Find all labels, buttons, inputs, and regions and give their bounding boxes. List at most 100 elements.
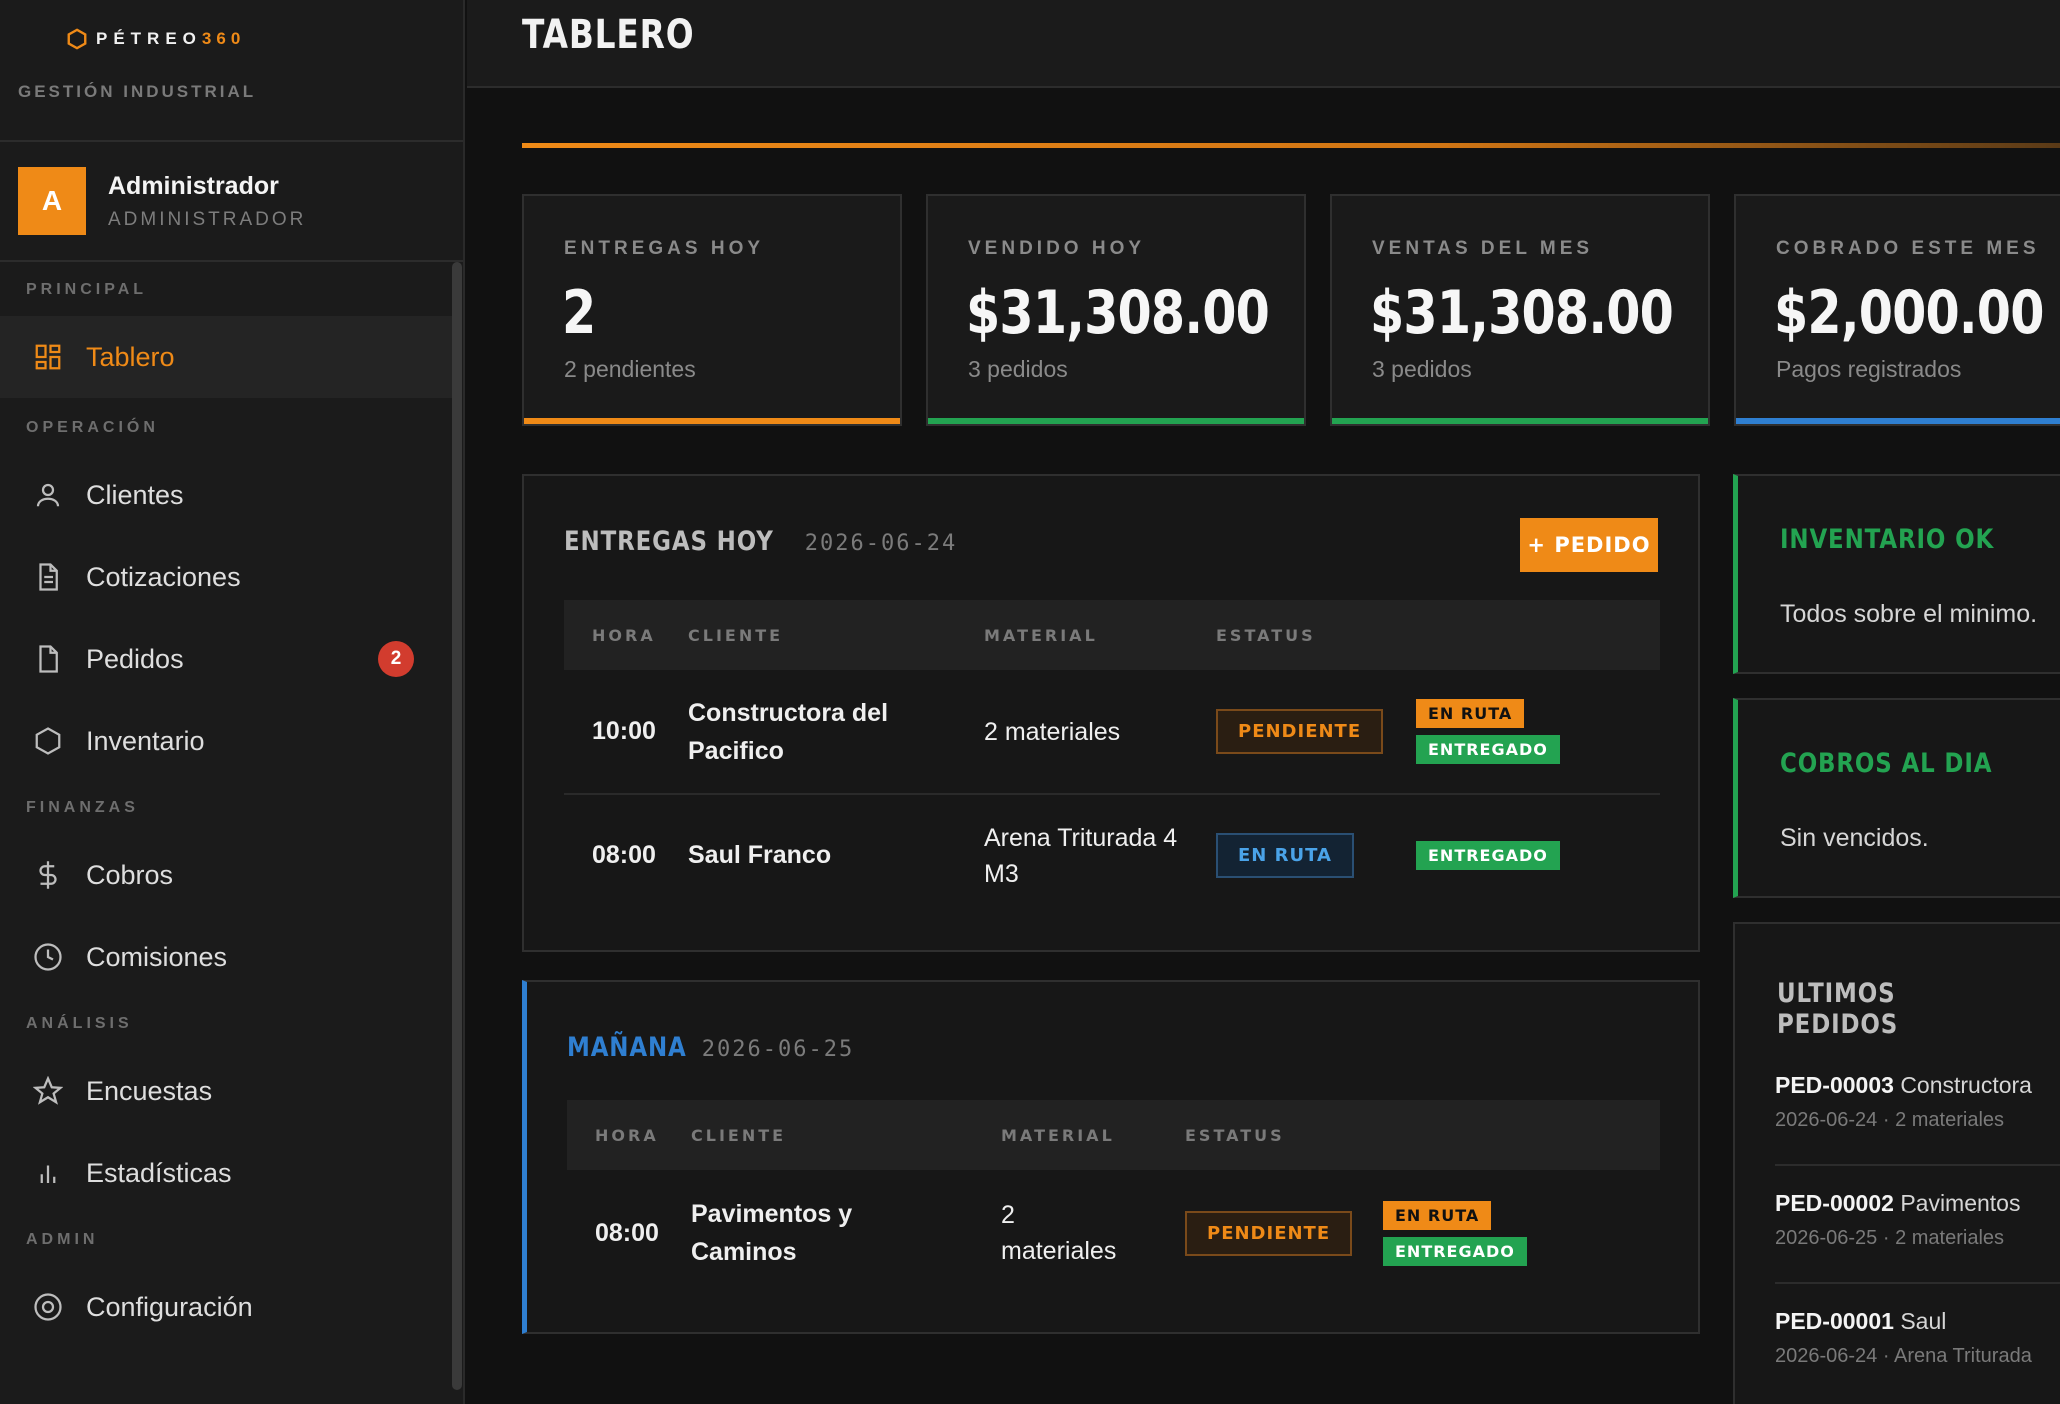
table-row[interactable]: 10:00 Constructora del Pacifico 2 materi… (564, 670, 1660, 795)
card-text: Todos sobre el minimo. (1780, 600, 2038, 628)
cell-hora: 08:00 (595, 1218, 659, 1247)
table-header-row: HORA CLIENTE MATERIAL ESTATUS (567, 1100, 1660, 1170)
star-icon (32, 1075, 64, 1107)
stat-accent-bar (1332, 418, 1708, 424)
stat-subtext: Pagos registrados (1776, 356, 1962, 382)
user-icon (32, 479, 64, 511)
cell-cliente: Constructora del Pacifico (688, 670, 984, 795)
table-header-row: HORA CLIENTE MATERIAL ESTATUS (564, 600, 1660, 670)
sidebar-item-encuestas[interactable]: Encuestas (0, 1050, 452, 1132)
inventario-ok-card: INVENTARIO OK Todos sobre el minimo. (1733, 474, 2060, 674)
add-pedido-button[interactable]: + PEDIDO (1520, 518, 1658, 572)
nav-section-analisis: ANÁLISIS (26, 1015, 133, 1032)
order-client: Pavimentos (1900, 1190, 2021, 1216)
table-row[interactable]: 08:00 Pavimentos y Caminos 2 materiales … (567, 1170, 1660, 1296)
brand-number: 360 (201, 29, 246, 48)
stat-value: $31,308.00 (966, 278, 1270, 348)
cell-estatus: PENDIENTE (1216, 670, 1416, 795)
column-header-actions (1416, 600, 1660, 670)
sidebar-item-label: Pedidos (86, 643, 184, 674)
user-profile[interactable]: A Administrador ADMINISTRADOR (0, 142, 463, 262)
column-header-estatus: ESTATUS (1185, 1100, 1383, 1170)
cell-actions: EN RUTA ENTREGADO (1416, 670, 1660, 795)
order-item[interactable]: PED-00003 Constructora 2026-06-24 · 2 ma… (1775, 1072, 2060, 1132)
column-header-material: MATERIAL (984, 600, 1216, 670)
sidebar-item-label: Configuración (86, 1291, 253, 1322)
order-summary: PED-00002 Pavimentos (1775, 1190, 2060, 1217)
sidebar-item-configuracion[interactable]: Configuración (0, 1266, 452, 1348)
brand: PÉTREO 360 GESTIÓN INDUSTRIAL (0, 0, 463, 142)
cell-estatus: PENDIENTE (1185, 1170, 1383, 1296)
stat-card-cobrado-mes: COBRADO ESTE MES $2,000.00 Pagos registr… (1734, 194, 2060, 426)
cell-actions: ENTREGADO (1416, 794, 1660, 916)
ultimos-pedidos-card: ULTIMOS PEDIDOS PED-00003 Constructora 2… (1733, 922, 2060, 1404)
stat-card-entregas-hoy: ENTREGAS HOY 2 2 pendientes (522, 194, 902, 426)
clock-icon (32, 941, 64, 973)
set-entregado-button[interactable]: ENTREGADO (1383, 1236, 1527, 1266)
sidebar-item-label: Inventario (86, 725, 205, 756)
stat-value: $2,000.00 (1774, 278, 2044, 348)
panel-entregas-hoy: ENTREGAS HOY 2026-06-24 + PEDIDO HORA CL… (522, 474, 1700, 952)
sidebar-item-clientes[interactable]: Clientes (0, 454, 452, 536)
cell-cliente: Pavimentos y Caminos (691, 1200, 853, 1266)
order-item[interactable]: PED-00001 Saul 2026-06-24 · Arena Tritur… (1775, 1308, 2060, 1368)
column-header-cliente: CLIENTE (691, 1100, 1001, 1170)
status-badge-pendiente: PENDIENTE (1216, 709, 1384, 754)
cell-material: 2 materiales (984, 670, 1216, 795)
dollar-icon (32, 859, 64, 891)
panel-date: 2026-06-24 (804, 531, 958, 556)
stat-label: VENTAS DEL MES (1372, 238, 1594, 259)
column-header-material: MATERIAL (1001, 1100, 1185, 1170)
column-header-cliente: CLIENTE (688, 600, 984, 670)
stat-accent-bar (524, 418, 900, 424)
stat-value: 2 (562, 278, 596, 348)
manana-table: HORA CLIENTE MATERIAL ESTATUS 08:00 Pavi… (567, 1100, 1660, 1296)
set-entregado-button[interactable]: ENTREGADO (1416, 735, 1560, 764)
sidebar-item-cotizaciones[interactable]: Cotizaciones (0, 536, 452, 618)
stat-label: ENTREGAS HOY (564, 238, 765, 259)
sidebar-item-comisiones[interactable]: Comisiones (0, 916, 452, 998)
dashboard-grid-icon (32, 341, 64, 373)
topbar: TABLERO (467, 0, 2060, 88)
order-item[interactable]: PED-00002 Pavimentos 2026-06-25 · 2 mate… (1775, 1190, 2060, 1250)
sidebar-item-pedidos[interactable]: Pedidos 2 (0, 618, 452, 700)
column-header-estatus: ESTATUS (1216, 600, 1416, 670)
user-info: Administrador ADMINISTRADOR (108, 172, 306, 231)
sidebar-item-label: Estadísticas (86, 1157, 232, 1188)
order-client: Saul (1900, 1308, 1947, 1334)
nav-section-finanzas: FINANZAS (26, 799, 139, 816)
set-en-ruta-button[interactable]: EN RUTA (1383, 1200, 1492, 1230)
set-en-ruta-button[interactable]: EN RUTA (1416, 699, 1525, 728)
settings-icon (32, 1291, 64, 1323)
panel-title: ENTREGAS HOY (564, 526, 774, 557)
hexagon-logo-icon (67, 28, 87, 50)
set-entregado-button[interactable]: ENTREGADO (1416, 841, 1560, 870)
document-text-icon (32, 561, 64, 593)
sidebar-item-label: Cobros (86, 859, 174, 890)
cell-material: 2 materiales (1001, 1201, 1117, 1265)
status-badge-en-ruta: EN RUTA (1216, 833, 1354, 878)
order-id: PED-00002 (1775, 1190, 1894, 1216)
stat-subtext: 2 pendientes (564, 356, 696, 382)
sidebar-item-tablero[interactable]: Tablero (0, 316, 452, 398)
brand-name: PÉTREO (96, 29, 202, 48)
order-meta: 2026-06-25 · 2 materiales (1775, 1227, 2005, 1249)
order-client: Constructora (1900, 1072, 2032, 1098)
brand-logo[interactable]: PÉTREO 360 (66, 28, 463, 50)
sidebar-item-label: Encuestas (86, 1075, 213, 1106)
cell-material: Arena Triturada 4 M3 (984, 823, 1178, 888)
user-role: ADMINISTRADOR (108, 208, 307, 230)
hexagon-icon (32, 725, 64, 757)
sidebar-item-cobros[interactable]: Cobros (0, 834, 452, 916)
sidebar-item-estadisticas[interactable]: Estadísticas (0, 1132, 452, 1214)
column-header-actions (1383, 1100, 1660, 1170)
sidebar-item-inventario[interactable]: Inventario (0, 700, 452, 782)
panel-header: MAÑANA 2026-06-25 (567, 1032, 854, 1063)
column-header-hora: HORA (567, 1100, 691, 1170)
sidebar-scrollbar[interactable] (452, 262, 462, 1390)
table-row[interactable]: 08:00 Saul Franco Arena Triturada 4 M3 E… (564, 794, 1660, 916)
nav-section-operacion: OPERACIÓN (26, 419, 159, 436)
card-title: ULTIMOS PEDIDOS (1777, 978, 1899, 1040)
stat-label: VENDIDO HOY (968, 238, 1146, 259)
file-icon (32, 643, 64, 675)
